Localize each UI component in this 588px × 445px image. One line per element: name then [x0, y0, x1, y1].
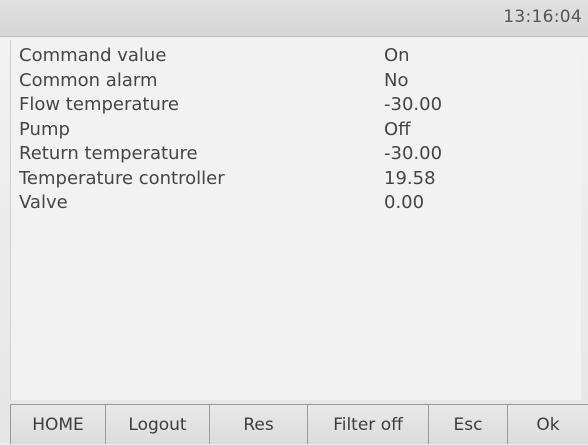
- logout-button[interactable]: Logout: [106, 405, 210, 444]
- status-bar: 13:16:04: [0, 0, 588, 37]
- list-item-pump[interactable]: Pump Off: [11, 118, 581, 143]
- list-item-label: Valve: [19, 192, 68, 213]
- list-item-label: Flow temperature: [19, 94, 179, 115]
- list-item-value: 19.58: [384, 167, 436, 189]
- list-item-value: Off: [384, 118, 411, 140]
- softkey-bar: HOME Logout Res Filter off Esc Ok: [10, 404, 588, 444]
- list-item-temperature-controller[interactable]: Temperature controller 19.58: [11, 167, 581, 192]
- list-item-return-temperature[interactable]: Return temperature -30.00: [11, 142, 581, 167]
- list-item-value: No: [384, 69, 409, 91]
- list-item-value: 0.00: [384, 192, 425, 213]
- list-item-label: Pump: [19, 118, 70, 140]
- filter-off-button[interactable]: Filter off: [308, 405, 429, 444]
- list-item-label: Common alarm: [19, 69, 158, 91]
- list-item-value: On: [384, 45, 410, 66]
- list-item-common-alarm[interactable]: Common alarm No: [11, 69, 581, 94]
- ok-button[interactable]: Ok: [508, 405, 588, 444]
- list-item-label: Command value: [19, 45, 167, 66]
- list-item-command-value[interactable]: Command value On: [11, 44, 581, 69]
- clock: 13:16:04: [503, 7, 582, 27]
- list-item-valve[interactable]: Valve 0.00: [11, 191, 581, 216]
- esc-button[interactable]: Esc: [429, 405, 508, 444]
- list-item-value: -30.00: [384, 94, 443, 115]
- list-item-flow-temperature[interactable]: Flow temperature -30.00: [11, 93, 581, 118]
- home-button[interactable]: HOME: [10, 405, 106, 444]
- list-item-label: Return temperature: [19, 143, 198, 164]
- res-button[interactable]: Res: [210, 405, 308, 444]
- hmi-screen: 13:16:04 Command value On Common alarm N…: [0, 0, 588, 444]
- list-item-label: Temperature controller: [19, 167, 225, 189]
- datapoint-list[interactable]: Command value On Common alarm No Flow te…: [10, 40, 581, 400]
- list-item-value: -30.00: [384, 143, 443, 164]
